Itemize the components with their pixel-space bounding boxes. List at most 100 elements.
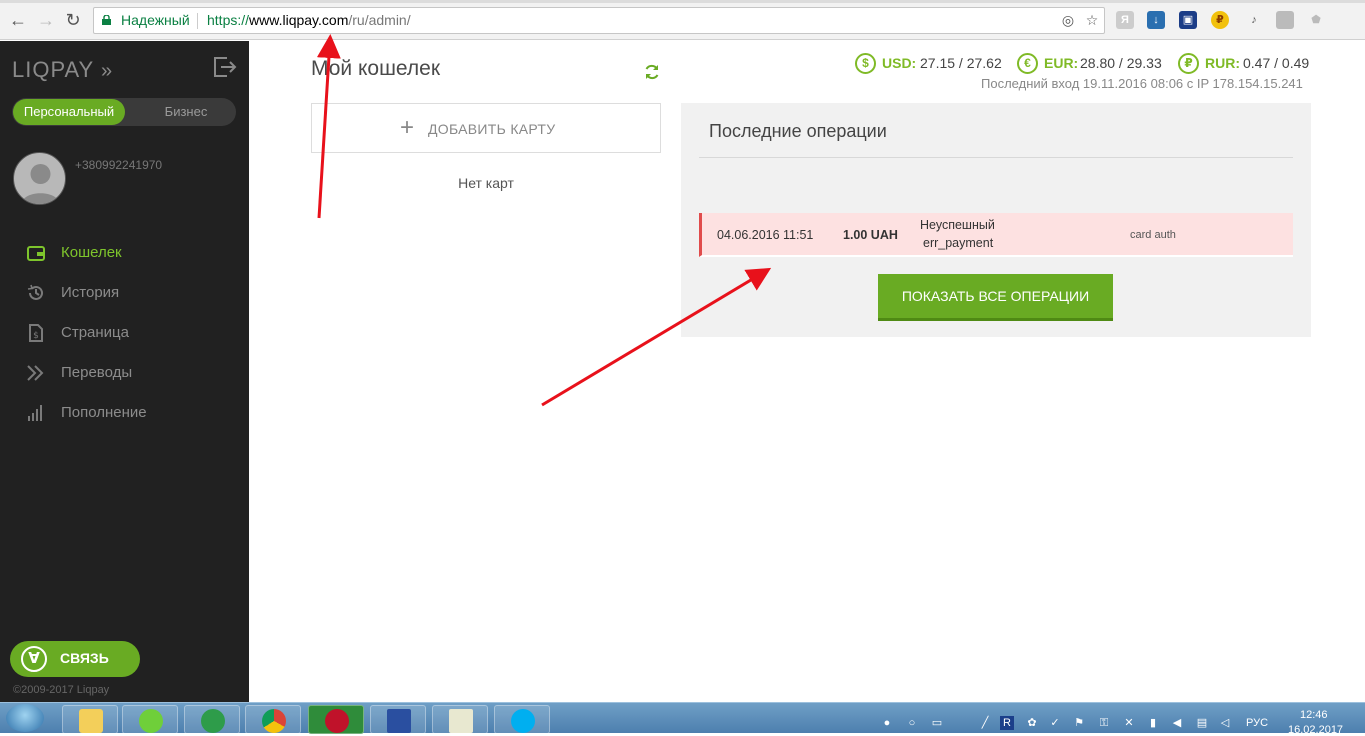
folder-icon (79, 709, 103, 733)
taskbar-editor[interactable] (432, 705, 488, 734)
tray-icon[interactable]: ✕ (1122, 716, 1136, 730)
url-text: https://www.liqpay.com/ru/admin/ (207, 8, 411, 33)
app-icon (325, 709, 349, 733)
user-silhouette-icon (20, 164, 61, 204)
tray-icon[interactable]: ✿ (1025, 716, 1039, 730)
user-phone: +380992241970 (75, 158, 163, 172)
page-icon: $ (29, 324, 43, 342)
rate-code: RUR: (1205, 55, 1240, 71)
flag-icon[interactable]: ⚑ (1072, 716, 1086, 730)
tray-icon[interactable]: ⚿ (1097, 716, 1111, 730)
euro-icon: € (1017, 53, 1038, 74)
extension-icon[interactable]: Я (1116, 11, 1134, 29)
address-divider (197, 13, 198, 29)
refresh-icon[interactable] (643, 63, 661, 81)
liqpay-logo[interactable]: LIQPAY » (12, 57, 113, 83)
page-title: Мой кошелек (311, 57, 441, 80)
show-all-operations-button[interactable]: ПОКАЗАТЬ ВСЕ ОПЕРАЦИИ (878, 274, 1113, 321)
windows-taskbar: ● ○ ▭ ╱ R ✿ ✓ ⚑ ⚿ ✕ ▮ ◀ ▤ ◁ РУС 12:46 16… (0, 702, 1365, 736)
operation-status: Неуспешный (920, 218, 995, 232)
operation-row[interactable]: 04.06.2016 11:51 1.00 UAH Неуспешный err… (699, 213, 1293, 257)
rate-usd: $ USD: 27.15 / 27.62 (855, 53, 1015, 75)
clock-time[interactable]: 12:46 (1300, 709, 1328, 721)
personal-tab[interactable]: Персональный (13, 99, 125, 125)
clover-icon (201, 709, 225, 733)
avatar[interactable] (13, 152, 66, 205)
menu-label: Кошелек (61, 244, 122, 261)
menu-item-page[interactable]: $ Страница (0, 318, 249, 348)
language-indicator[interactable]: РУС (1246, 717, 1268, 729)
taskbar-explorer[interactable] (62, 705, 118, 734)
rate-code: EUR: (1044, 55, 1079, 71)
ruble-icon: ₽ (1178, 53, 1199, 74)
signal-icon[interactable]: ▮ (1146, 716, 1160, 730)
recent-operations-panel: Последние операции 04.06.2016 11:51 1.00… (681, 103, 1311, 337)
start-button-icon[interactable] (6, 704, 44, 732)
clock-date[interactable]: 16.02.2017 (1288, 724, 1343, 736)
floppy-icon (387, 709, 411, 733)
location-icon[interactable]: ◎ (1060, 12, 1076, 28)
plus-icon: + (400, 114, 415, 141)
taskbar-save[interactable] (370, 705, 426, 734)
extension-icon[interactable]: ♪ (1245, 11, 1263, 29)
notepad-icon (449, 709, 473, 733)
forward-icon[interactable]: → (36, 10, 56, 30)
bookmark-star-icon[interactable]: ☆ (1084, 12, 1100, 28)
sidebar: LIQPAY » Персональный Бизнес +3809922419… (0, 41, 249, 702)
volume-icon[interactable]: ◀ (1170, 716, 1184, 730)
tray-icon[interactable]: ● (880, 716, 894, 730)
menu-label: Пополнение (61, 404, 147, 421)
reload-icon[interactable]: ↻ (63, 10, 83, 30)
lock-icon (102, 15, 111, 25)
no-cards-text: Нет карт (458, 175, 514, 191)
extension-icon[interactable] (1276, 11, 1294, 29)
extension-icon[interactable]: ⬟ (1307, 11, 1325, 29)
menu-item-topup[interactable]: Пополнение (0, 398, 249, 428)
tray-icon[interactable]: ○ (905, 716, 919, 730)
support-icon: ∀ (21, 646, 47, 672)
contact-label: СВЯЗЬ (60, 650, 109, 666)
add-card-label: ДОБАВИТЬ КАРТУ (428, 121, 556, 137)
menu-label: Переводы (61, 364, 133, 381)
taskbar-icq[interactable] (122, 705, 178, 734)
download-extension-icon[interactable]: ↓ (1147, 11, 1165, 29)
ruble-extension-icon[interactable]: ₽ (1211, 11, 1229, 29)
menu-item-transfers[interactable]: Переводы (0, 358, 249, 388)
svg-text:$: $ (33, 331, 39, 341)
operation-amount: 1.00 UAH (843, 228, 898, 242)
topup-icon (28, 405, 42, 421)
url-scheme: https:// (207, 12, 250, 28)
dollar-icon: $ (855, 53, 876, 74)
transfers-icon (27, 365, 44, 381)
menu-item-history[interactable]: История (0, 278, 249, 308)
url-path: /ru/admin/ (348, 12, 411, 28)
account-type-toggle[interactable]: Персональный Бизнес (12, 98, 236, 126)
taskbar-chrome[interactable] (245, 705, 301, 734)
tray-icon[interactable]: ✓ (1048, 716, 1062, 730)
menu-item-wallet[interactable]: Кошелек (0, 238, 249, 268)
operation-error: err_payment (923, 236, 994, 250)
taskbar-app-active[interactable] (308, 705, 364, 734)
url-host: www.liqpay.com (249, 12, 349, 28)
operations-title: Последние операции (709, 121, 887, 141)
extension-icon[interactable]: ▣ (1179, 11, 1197, 29)
taskbar-app[interactable] (184, 705, 240, 734)
back-icon[interactable]: ← (8, 10, 28, 30)
add-card-button[interactable]: + ДОБАВИТЬ КАРТУ (311, 103, 661, 153)
flower-icon (139, 709, 163, 733)
tray-icon[interactable]: ▤ (1195, 716, 1209, 730)
speaker-icon[interactable]: ◁ (1218, 716, 1232, 730)
business-tab[interactable]: Бизнес (136, 99, 236, 125)
tray-icon[interactable]: R (1000, 716, 1014, 730)
taskbar-skype[interactable] (494, 705, 550, 734)
skype-icon (511, 709, 535, 733)
logo-text: LIQPAY (12, 57, 94, 82)
operation-description: card auth (1130, 229, 1176, 241)
tray-icon[interactable]: ▭ (930, 716, 944, 730)
address-bar[interactable]: Надежный https://www.liqpay.com/ru/admin… (93, 7, 1105, 34)
rate-code: USD: (882, 55, 917, 71)
tray-icon[interactable]: ╱ (978, 716, 992, 730)
contact-button[interactable]: ∀ СВЯЗЬ (10, 641, 140, 677)
menu-label: История (61, 284, 120, 301)
logout-icon[interactable] (213, 56, 237, 78)
